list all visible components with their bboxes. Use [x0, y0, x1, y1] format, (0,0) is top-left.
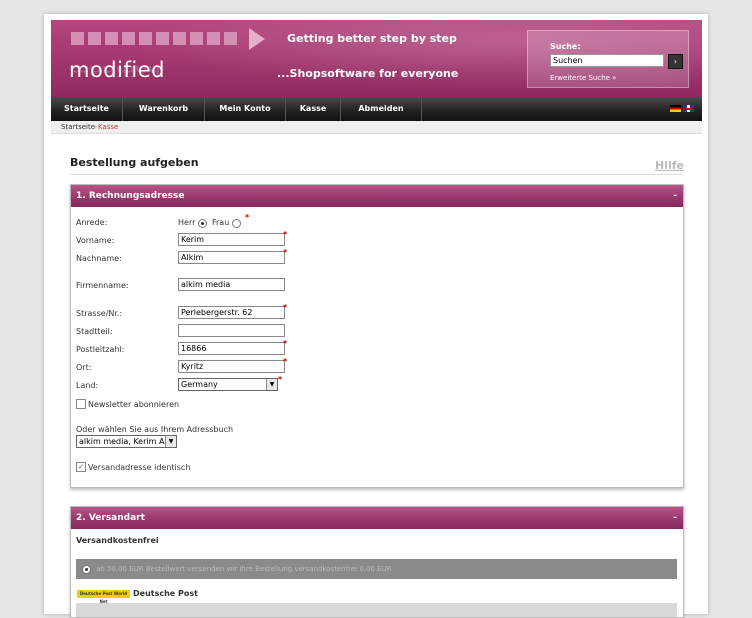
zip-field[interactable]: 16866 [178, 342, 285, 355]
company-label: Firmenname: [76, 281, 129, 290]
required-marker: * [283, 339, 288, 348]
lastname-label: Nachname: [76, 254, 122, 263]
main-nav: Startseite Warenkorb Mein Konto Kasse Ab… [51, 97, 702, 121]
tagline-secondary: ...Shopsoftware for everyone [277, 67, 459, 80]
billing-section-title: 1. Rechnungsadresse [76, 191, 185, 201]
breadcrumb-current[interactable]: Kasse [98, 121, 118, 133]
required-marker: * [283, 357, 288, 366]
district-label: Stadtteil: [76, 327, 113, 336]
divider [70, 174, 682, 175]
shipping-method-section: 2. Versandart - Versandkostenfrei ab 50,… [70, 506, 684, 618]
street-field[interactable]: Perlebergerstr. 62 [178, 306, 285, 319]
search-submit-button[interactable]: › [668, 54, 683, 69]
collapse-toggle[interactable]: - [673, 185, 677, 207]
newsletter-checkbox[interactable] [76, 399, 86, 409]
shipping-option-post[interactable] [76, 603, 677, 617]
company-field[interactable]: alkim media [178, 278, 285, 291]
deutsche-post-logo: Deutsche Post World Net [77, 590, 130, 604]
required-marker: * [283, 230, 288, 239]
help-link[interactable]: Hilfe [655, 159, 684, 172]
tagline-primary: Getting better step by step [287, 32, 457, 45]
breadcrumb-separator: » [93, 123, 98, 131]
salutation-radio-frau[interactable] [232, 219, 241, 228]
collapse-toggle[interactable]: - [673, 507, 677, 529]
nav-item-warenkorb[interactable]: Warenkorb [123, 97, 205, 121]
search-box: Suche: Suchen › Erweiterte Suche » [527, 30, 689, 88]
addressbook-label: Oder wählen Sie aus Ihrem Adressbuch [76, 425, 234, 434]
logo-reflection: modified [69, 66, 161, 80]
shipping-section-title: 2. Versandart [76, 513, 145, 523]
chevron-down-icon: ▼ [165, 436, 176, 447]
zip-label: Postleitzahl: [76, 345, 125, 354]
nav-item-mein-konto[interactable]: Mein Konto [205, 97, 286, 121]
shipping-option-free[interactable]: ab 50,00 EUR Bestellwert versenden wir I… [76, 559, 677, 579]
shipping-option-free-text: ab 50,00 EUR Bestellwert versenden wir I… [96, 565, 392, 573]
firstname-field[interactable]: Kerim [178, 233, 285, 246]
district-field[interactable] [178, 324, 285, 337]
nav-item-kasse[interactable]: Kasse [286, 97, 341, 121]
addressbook-select-value: alkim media, Kerim Alkim [79, 437, 177, 446]
required-marker: * [283, 248, 288, 257]
header-banner: modified modified Getting better step by… [51, 20, 702, 97]
shipping-section-header[interactable]: 2. Versandart - [71, 507, 683, 529]
salutation-label: Anrede: [76, 218, 108, 227]
flag-english-icon[interactable] [683, 105, 694, 112]
chevron-down-icon: ▼ [266, 379, 277, 390]
advanced-search-link[interactable]: Erweiterte Suche » [550, 74, 616, 82]
flag-german-icon[interactable] [670, 105, 681, 112]
required-marker: * [283, 303, 288, 312]
shipping-method-post-title: Deutsche Post [133, 589, 198, 598]
lastname-field[interactable]: Alkim [178, 251, 285, 264]
city-label: Ort: [76, 363, 92, 372]
city-field[interactable]: Kyritz [178, 360, 285, 373]
salutation-radio-herr[interactable] [198, 219, 207, 228]
country-label: Land: [76, 381, 99, 390]
decorative-squares [71, 32, 237, 45]
breadcrumb-home[interactable]: Startseite [61, 121, 95, 133]
addressbook-select[interactable]: alkim media, Kerim Alkim ▼ [76, 435, 177, 448]
billing-section-header[interactable]: 1. Rechnungsadresse - [71, 185, 683, 207]
shipping-method-free-title: Versandkostenfrei [76, 536, 159, 545]
nav-item-startseite[interactable]: Startseite [51, 97, 123, 121]
search-label: Suche: [550, 42, 581, 51]
search-input[interactable]: Suchen [550, 54, 664, 67]
required-marker: * [278, 375, 283, 384]
shipping-radio-free[interactable] [82, 565, 91, 574]
street-label: Strasse/Nr.: [76, 309, 123, 318]
page-title: Bestellung aufgeben [70, 156, 199, 169]
country-select[interactable]: Germany ▼ [178, 378, 278, 391]
breadcrumb: Startseite » Kasse [51, 121, 702, 134]
play-arrow-icon [249, 28, 265, 50]
newsletter-label: Newsletter abonnieren [88, 400, 180, 409]
nav-item-abmelden[interactable]: Abmelden [341, 97, 422, 121]
salutation-option-herr: Herr [178, 218, 196, 227]
page-container: modified modified Getting better step by… [44, 14, 708, 618]
billing-address-section: 1. Rechnungsadresse - Anrede: Herr Frau … [70, 184, 684, 488]
firstname-label: Vorname: [76, 236, 115, 245]
country-select-value: Germany [181, 380, 218, 389]
required-marker: * [245, 213, 250, 222]
same-shipping-checkbox[interactable]: ✓ [76, 462, 86, 472]
salutation-option-frau: Frau [212, 218, 230, 227]
same-shipping-label: Versandadresse identisch [88, 463, 191, 472]
